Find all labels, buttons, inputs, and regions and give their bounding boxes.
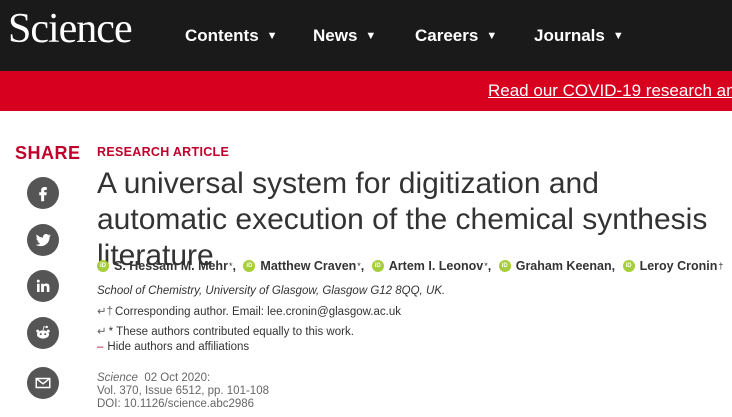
- nav-journals-label: Journals: [534, 26, 605, 45]
- chevron-down-icon: ▼: [266, 30, 278, 42]
- author-name[interactable]: Graham Keenan: [516, 259, 612, 273]
- corresponding-author-note: ↵† Corresponding author. Email: lee.croni…: [97, 304, 401, 318]
- author-name[interactable]: Artem I. Leonov: [389, 259, 483, 273]
- citation-doi[interactable]: DOI: 10.1126/science.abc2986: [97, 398, 254, 410]
- author-name[interactable]: Matthew Craven: [260, 259, 356, 273]
- covid-banner: Read our COVID-19 research and news.: [0, 71, 732, 111]
- share-reddit-button[interactable]: [27, 317, 59, 349]
- equal-contribution-note: ↵ * These authors contributed equally to …: [97, 324, 354, 338]
- author-item[interactable]: iD Matthew Craven *,: [243, 259, 364, 273]
- reddit-icon: [36, 325, 50, 339]
- nav-contents-label: Contents: [185, 26, 259, 45]
- linkedin-icon: [36, 279, 50, 292]
- nav-journals[interactable]: Journals ▼: [534, 26, 624, 46]
- article-type-label: RESEARCH ARTICLE: [97, 145, 230, 159]
- orcid-icon[interactable]: iD: [97, 260, 109, 272]
- author-item[interactable]: iD Leroy Cronin †: [622, 259, 724, 273]
- share-facebook-button[interactable]: [27, 177, 59, 209]
- citation-journal-date: Science 02 Oct 2020:: [97, 372, 210, 384]
- nav-news-label: News: [313, 26, 358, 45]
- author-name[interactable]: Leroy Cronin: [640, 259, 718, 273]
- author-name[interactable]: S. Hessam M. Mehr: [114, 259, 228, 273]
- email-icon: [35, 377, 51, 389]
- author-item[interactable]: iD S. Hessam M. Mehr *,: [97, 259, 236, 273]
- science-logo[interactable]: Science: [8, 4, 133, 54]
- chevron-down-icon: ▼: [612, 30, 624, 42]
- orcid-icon[interactable]: iD: [622, 260, 635, 272]
- chevron-down-icon: ▼: [486, 30, 498, 42]
- orcid-icon[interactable]: iD: [243, 260, 256, 272]
- share-email-button[interactable]: [27, 367, 59, 399]
- share-twitter-button[interactable]: [27, 224, 59, 256]
- share-heading: SHARE: [15, 143, 81, 163]
- share-linkedin-button[interactable]: [27, 270, 59, 302]
- author-separator: ,: [360, 259, 365, 273]
- nav-contents[interactable]: Contents ▼: [185, 26, 278, 46]
- hide-authors-toggle[interactable]: – Hide authors and affiliations: [97, 341, 249, 353]
- author-separator: ,: [232, 259, 236, 273]
- nav-news[interactable]: News ▼: [313, 26, 376, 46]
- corresponding-author-text: Corresponding author. Email: lee.cronin@…: [115, 306, 401, 318]
- citation-volume: Vol. 370, Issue 6512, pp. 101-108: [97, 385, 269, 397]
- publication-date: 02 Oct 2020:: [144, 372, 211, 384]
- journal-name: Science: [97, 372, 138, 384]
- twitter-icon: [35, 234, 52, 247]
- equal-contribution-text: * These authors contributed equally to t…: [108, 326, 354, 338]
- author-separator: ,: [611, 259, 616, 273]
- top-navigation-bar: Science Contents ▼ News ▼ Careers ▼ Journal…: [0, 0, 732, 71]
- orcid-icon[interactable]: iD: [498, 260, 511, 272]
- author-list: iD S. Hessam M. Mehr *, iD Matthew Craven…: [97, 256, 727, 273]
- hide-authors-label: Hide authors and affiliations: [107, 341, 250, 353]
- author-item[interactable]: iD Artem I. Leonov *,: [371, 259, 492, 273]
- facebook-icon: [39, 187, 47, 202]
- covid-banner-link[interactable]: Read our COVID-19 research and news.: [488, 81, 732, 101]
- nav-careers[interactable]: Careers ▼: [415, 26, 497, 46]
- footnote-return-mark: ↵†: [97, 306, 114, 318]
- nav-careers-label: Careers: [415, 26, 479, 45]
- footnote-return-mark: ↵: [97, 326, 107, 338]
- author-separator: ,: [487, 259, 492, 273]
- author-item[interactable]: iD Graham Keenan,: [498, 259, 616, 273]
- affiliation: School of Chemistry, University of Glasg…: [97, 285, 446, 297]
- author-footnote-mark: †: [718, 261, 724, 271]
- collapse-icon: –: [97, 341, 104, 353]
- orcid-icon[interactable]: iD: [371, 260, 384, 272]
- chevron-down-icon: ▼: [365, 30, 377, 42]
